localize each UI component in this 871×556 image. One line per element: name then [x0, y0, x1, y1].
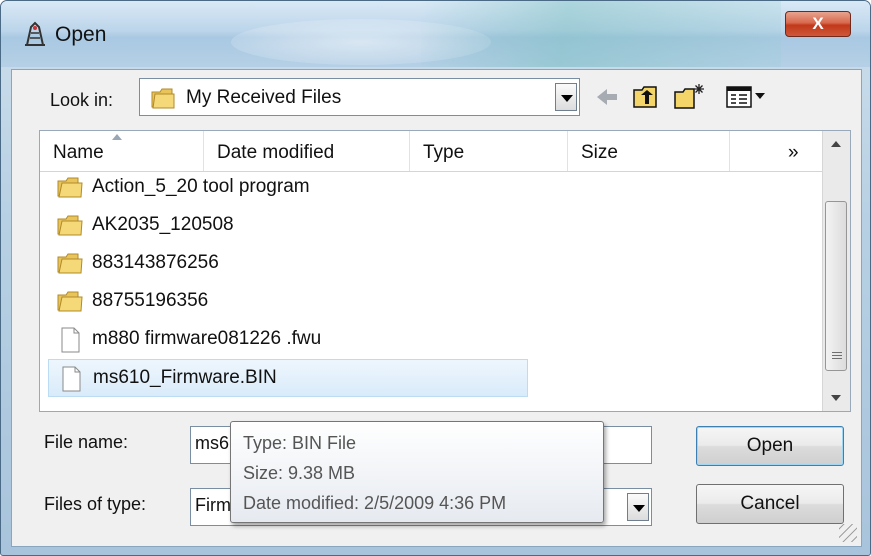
file-icon — [62, 366, 81, 392]
tooltip-date: Date modified: 2/5/2009 4:36 PM — [243, 493, 507, 513]
list-item[interactable]: Action_5_20 tool program — [48, 169, 528, 207]
close-button[interactable]: X — [785, 11, 851, 37]
file-name: AK2035_120508 — [92, 214, 234, 235]
look-in-label: Look in: — [50, 90, 114, 110]
folder-icon — [57, 177, 83, 198]
folder-icon — [57, 215, 83, 236]
look-in-value: My Received Files — [186, 87, 342, 108]
open-button[interactable]: Open — [696, 426, 844, 466]
look-in-dropdown[interactable]: My Received Files — [139, 78, 580, 116]
column-header: Name Date modified Type Size » — [40, 131, 822, 172]
back-icon[interactable] — [589, 82, 623, 112]
file-info-tooltip: Type: BIN File Size: 9.38 MB Date modifi… — [230, 421, 604, 523]
files-of-type-value: Firm — [195, 495, 231, 515]
title-glow-right — [421, 1, 781, 67]
column-size[interactable]: Size — [568, 131, 730, 171]
column-date-modified[interactable]: Date modified — [204, 131, 410, 171]
scroll-down-arrow-icon[interactable] — [831, 395, 841, 401]
list-item[interactable]: AK2035_120508 — [48, 207, 528, 245]
folder-icon — [57, 291, 83, 312]
column-overflow-chevron[interactable]: » — [730, 131, 822, 171]
window-title: Open — [55, 23, 107, 46]
column-name[interactable]: Name — [40, 131, 204, 171]
list-item[interactable]: 883143876256 — [48, 245, 528, 283]
folder-icon — [57, 253, 83, 274]
new-folder-icon[interactable] — [672, 82, 706, 112]
scrollbar-thumb[interactable] — [825, 201, 847, 371]
view-menu-icon[interactable] — [724, 82, 774, 112]
dialog-client-area: Look in: My Received Files Name Date mod… — [11, 69, 862, 547]
file-list[interactable]: Name Date modified Type Size » Action_5_… — [39, 130, 851, 412]
resize-grip-icon[interactable] — [839, 524, 857, 542]
up-folder-icon[interactable] — [630, 82, 664, 112]
app-icon — [25, 21, 45, 46]
files-of-type-dropdown-arrow[interactable] — [627, 493, 649, 521]
tooltip-size: Size: 9.38 MB — [243, 463, 356, 483]
folder-icon — [151, 88, 175, 109]
list-item[interactable]: 88755196356 — [48, 283, 528, 321]
list-item[interactable]: m880 firmware081226 .fwu — [48, 321, 528, 359]
file-name: 88755196356 — [92, 290, 209, 311]
file-name-label: File name: — [44, 432, 129, 452]
cancel-button[interactable]: Cancel — [696, 484, 844, 524]
column-type[interactable]: Type — [410, 131, 568, 171]
title-bar[interactable]: Open X — [1, 1, 870, 67]
files-of-type-label: Files of type: — [44, 494, 147, 514]
grip-icon — [832, 352, 842, 360]
vertical-scrollbar[interactable] — [822, 131, 850, 411]
file-name: Action_5_20 tool program — [92, 176, 310, 197]
tooltip-type: Type: BIN File — [243, 433, 357, 453]
file-name: m880 firmware081226 .fwu — [92, 328, 322, 349]
list-item-selected[interactable]: ms610_Firmware.BIN — [48, 359, 528, 397]
scroll-up-arrow-icon[interactable] — [831, 141, 841, 147]
file-name: ms610_Firmware.BIN — [93, 367, 277, 388]
open-dialog: Open X Look in: My Received Files Name D… — [0, 0, 871, 556]
look-in-dropdown-arrow[interactable] — [555, 83, 577, 111]
file-icon — [61, 327, 80, 353]
file-name: 883143876256 — [92, 252, 219, 273]
